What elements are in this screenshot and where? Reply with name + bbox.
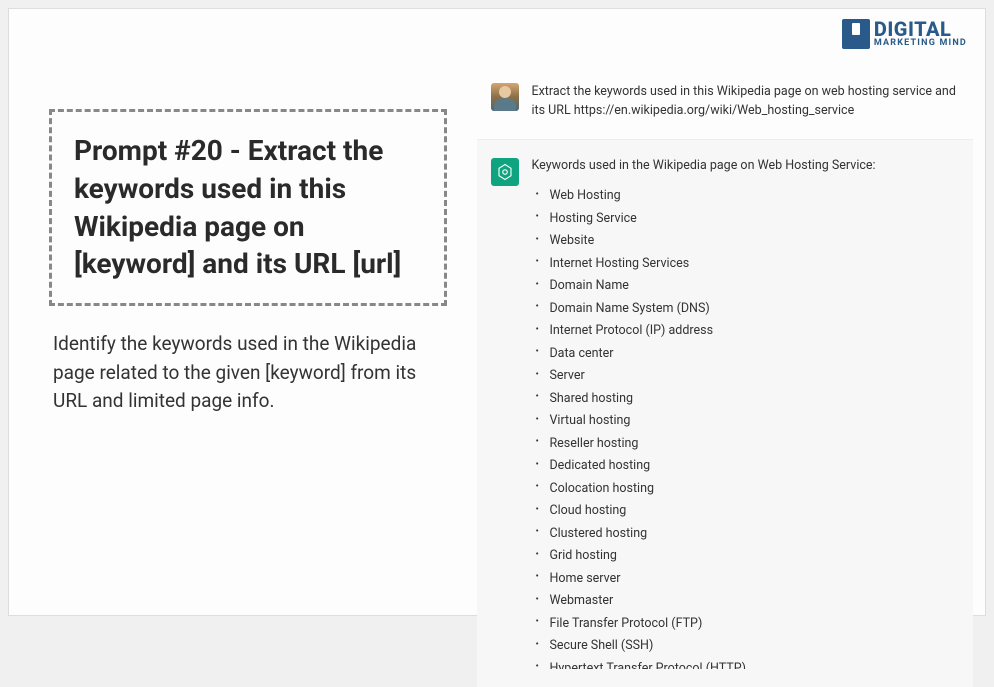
list-item: Dedicated hosting <box>549 455 959 478</box>
logo-icon <box>842 19 870 49</box>
list-item: Internet Protocol (IP) address <box>549 320 959 343</box>
logo: DIGITAL MARKETING MIND <box>842 19 967 49</box>
user-message: Extract the keywords used in this Wikipe… <box>477 71 973 139</box>
prompt-box: Prompt #20 - Extract the keywords used i… <box>49 109 447 306</box>
keyword-list: Web HostingHosting ServiceWebsiteInterne… <box>531 185 959 658</box>
list-item: Domain Name <box>549 275 959 298</box>
list-item: Website <box>549 230 959 253</box>
left-panel: Prompt #20 - Extract the keywords used i… <box>9 9 477 615</box>
list-item: Domain Name System (DNS) <box>549 297 959 320</box>
logo-text-container: DIGITAL MARKETING MIND <box>874 20 967 48</box>
list-item: Hypertext Transfer Protocol (HTTP) <box>549 657 959 669</box>
logo-main-text: DIGITAL <box>874 20 967 39</box>
chat-container: Extract the keywords used in this Wikipe… <box>477 71 973 687</box>
list-item: Web Hosting <box>549 185 959 208</box>
right-panel: DIGITAL MARKETING MIND Extract the keywo… <box>477 9 985 615</box>
list-item: Reseller hosting <box>549 432 959 455</box>
list-item: Internet Hosting Services <box>549 252 959 275</box>
user-message-text: Extract the keywords used in this Wikipe… <box>531 83 959 121</box>
list-item: Home server <box>549 567 959 590</box>
list-item: Colocation hosting <box>549 477 959 500</box>
list-item: Server <box>549 365 959 388</box>
ai-message: Keywords used in the Wikipedia page on W… <box>477 139 973 687</box>
prompt-title: Prompt #20 - Extract the keywords used i… <box>74 132 422 283</box>
list-item: Webmaster <box>549 590 959 613</box>
page-container: Prompt #20 - Extract the keywords used i… <box>8 8 986 616</box>
list-item: Hosting Service <box>549 207 959 230</box>
ai-heading: Keywords used in the Wikipedia page on W… <box>531 158 959 173</box>
logo-sub-text: MARKETING MIND <box>874 39 967 48</box>
list-item: Grid hosting <box>549 545 959 568</box>
list-item: Data center <box>549 342 959 365</box>
list-item: Virtual hosting <box>549 410 959 433</box>
prompt-description: Identify the keywords used in the Wikipe… <box>49 330 447 416</box>
list-item: Clustered hosting <box>549 522 959 545</box>
ai-avatar-icon <box>491 158 519 186</box>
user-avatar-icon <box>491 83 519 111</box>
list-item: Secure Shell (SSH) <box>549 635 959 658</box>
ai-content: Keywords used in the Wikipedia page on W… <box>531 158 959 670</box>
list-item: Shared hosting <box>549 387 959 410</box>
list-item: Cloud hosting <box>549 500 959 523</box>
keyword-list-cutoff: Hypertext Transfer Protocol (HTTP) <box>531 657 959 669</box>
list-item: File Transfer Protocol (FTP) <box>549 612 959 635</box>
